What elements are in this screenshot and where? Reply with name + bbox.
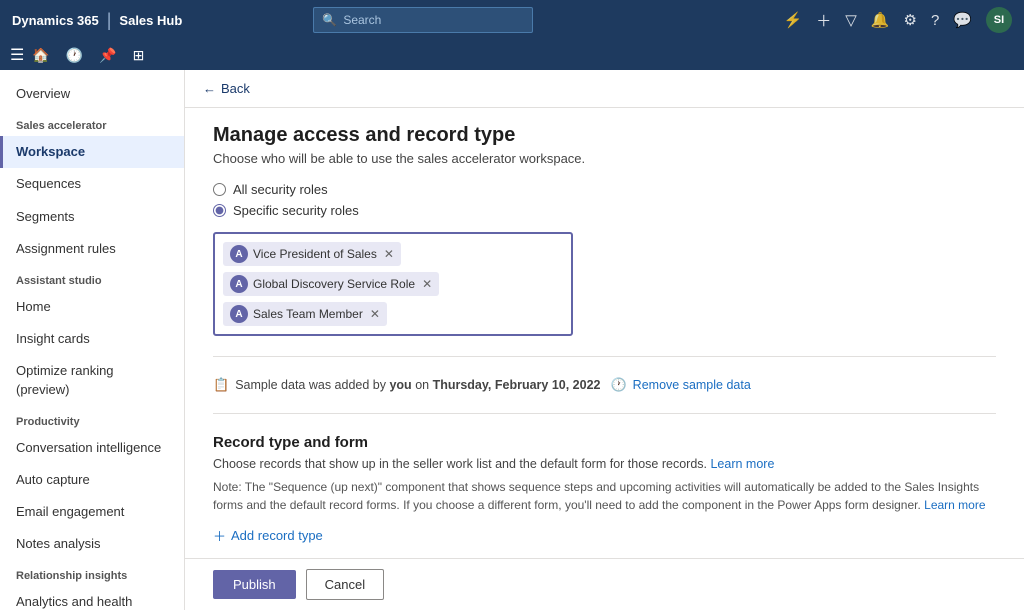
tag-vp-sales: A Vice President of Sales ✕ — [223, 242, 401, 266]
divider-1 — [213, 356, 996, 357]
sidebar-item-insight-cards[interactable]: Insight cards — [0, 323, 184, 355]
back-arrow-icon: ← — [203, 81, 216, 96]
chat-icon[interactable]: 💬 — [953, 11, 972, 29]
nav-icons-row: 🏠 🕐 📌 ⊞ — [32, 47, 144, 64]
back-label: Back — [221, 81, 250, 96]
sidebar-item-notes-analysis[interactable]: Notes analysis — [0, 528, 184, 560]
radio-specific-label: Specific security roles — [233, 203, 359, 218]
main-layout: Overview Sales accelerator Workspace Seq… — [0, 70, 1024, 610]
tags-input[interactable] — [393, 302, 563, 326]
back-bar: ← Back — [185, 70, 1024, 108]
clock-icon[interactable]: 🕐 — [66, 47, 83, 64]
record-type-section-title: Record type and form — [213, 434, 996, 451]
tag-vp-sales-label: Vice President of Sales — [253, 247, 377, 261]
add-icon: ＋ — [213, 526, 226, 545]
tag-sales-team-icon: A — [230, 305, 248, 323]
add-record-type-label: Add record type — [231, 528, 323, 543]
sidebar-item-sequences[interactable]: Sequences — [0, 168, 184, 200]
add-record-type-button[interactable]: ＋ Add record type — [213, 526, 323, 545]
sidebar-item-analytics-health[interactable]: Analytics and health — [0, 586, 184, 610]
security-roles-radio-group: All security roles Specific security rol… — [213, 182, 996, 218]
cancel-button[interactable]: Cancel — [306, 569, 384, 600]
sidebar-item-overview[interactable]: Overview — [0, 78, 184, 110]
security-roles-tags-container[interactable]: A Vice President of Sales ✕ A Global Dis… — [213, 232, 573, 336]
hamburger-icon[interactable]: ☰ — [10, 45, 24, 65]
tag-sales-team-close[interactable]: ✕ — [370, 308, 380, 320]
home-icon[interactable]: 🏠 — [32, 47, 49, 64]
record-type-note: Note: The "Sequence (up next)" component… — [213, 478, 996, 514]
bell-icon[interactable]: 🔔 — [871, 11, 890, 29]
search-bar[interactable]: 🔍 Search — [313, 7, 533, 33]
sidebar-section-assistant-studio: Assistant studio — [0, 265, 184, 291]
sample-data-section: 📋 Sample data was added by you on Thursd… — [213, 377, 996, 393]
avatar[interactable]: SI — [986, 7, 1012, 33]
content-area: ← Back Manage access and record type Cho… — [185, 70, 1024, 610]
tag-sales-team-label: Sales Team Member — [253, 307, 363, 321]
radio-specific-security-roles[interactable]: Specific security roles — [213, 203, 996, 218]
tag-vp-sales-icon: A — [230, 245, 248, 263]
content-inner: Manage access and record type Choose who… — [185, 108, 1024, 610]
secondary-nav: ☰ 🏠 🕐 📌 ⊞ — [0, 40, 1024, 70]
page-title: Manage access and record type — [213, 124, 996, 147]
sidebar: Overview Sales accelerator Workspace Seq… — [0, 70, 185, 610]
record-type-desc: Choose records that show up in the selle… — [213, 455, 996, 474]
brand-divider: | — [107, 10, 112, 31]
learn-more-2-link[interactable]: Learn more — [924, 498, 985, 512]
search-icon: 🔍 — [322, 13, 337, 27]
learn-more-1-link[interactable]: Learn more — [710, 457, 774, 471]
sidebar-section-sales-accelerator: Sales accelerator — [0, 110, 184, 136]
topbar-icons: ⚡ ＋ ▽ 🔔 ⚙ ? 💬 SI — [784, 7, 1012, 33]
topbar: Dynamics 365 | Sales Hub 🔍 Search ⚡ ＋ ▽ … — [0, 0, 1024, 40]
radio-all-input[interactable] — [213, 183, 226, 196]
sample-data-icon: 📋 — [213, 377, 229, 393]
lightning-icon[interactable]: ⚡ — [784, 11, 803, 29]
search-placeholder: Search — [343, 13, 381, 27]
tag-global-discovery-icon: A — [230, 275, 248, 293]
sidebar-item-assignment-rules[interactable]: Assignment rules — [0, 233, 184, 265]
filter-icon[interactable]: ▽ — [845, 11, 857, 29]
sidebar-item-email-engagement[interactable]: Email engagement — [0, 496, 184, 528]
pin-icon[interactable]: 📌 — [99, 47, 116, 64]
dynamics-label: Dynamics 365 — [12, 13, 99, 28]
tag-global-discovery: A Global Discovery Service Role ✕ — [223, 272, 439, 296]
back-button[interactable]: ← Back — [203, 81, 250, 96]
sidebar-item-conversation-intelligence[interactable]: Conversation intelligence — [0, 432, 184, 464]
page-subtitle: Choose who will be able to use the sales… — [213, 151, 996, 166]
radio-all-label: All security roles — [233, 182, 328, 197]
radio-specific-input[interactable] — [213, 204, 226, 217]
grid-icon[interactable]: ⊞ — [133, 47, 145, 64]
footer-bar: Publish Cancel — [185, 558, 1024, 610]
app-name-label: Sales Hub — [119, 13, 182, 28]
plus-icon[interactable]: ＋ — [816, 10, 831, 31]
sidebar-item-home[interactable]: Home — [0, 291, 184, 323]
help-icon[interactable]: ? — [931, 12, 939, 29]
remove-sample-data-link[interactable]: Remove sample data — [633, 378, 751, 392]
sidebar-item-segments[interactable]: Segments — [0, 201, 184, 233]
sidebar-item-auto-capture[interactable]: Auto capture — [0, 464, 184, 496]
divider-2 — [213, 413, 996, 414]
gear-icon[interactable]: ⚙ — [904, 11, 917, 29]
tag-global-discovery-close[interactable]: ✕ — [422, 278, 432, 290]
remove-sample-data-icon: 🕐 — [610, 377, 626, 393]
publish-button[interactable]: Publish — [213, 570, 296, 599]
sidebar-item-optimize-ranking[interactable]: Optimize ranking (preview) — [0, 355, 184, 405]
sidebar-section-productivity: Productivity — [0, 406, 184, 432]
tag-sales-team: A Sales Team Member ✕ — [223, 302, 387, 326]
radio-all-security-roles[interactable]: All security roles — [213, 182, 996, 197]
tag-global-discovery-label: Global Discovery Service Role — [253, 277, 415, 291]
sidebar-item-workspace[interactable]: Workspace — [0, 136, 184, 168]
tag-vp-sales-close[interactable]: ✕ — [384, 248, 394, 260]
brand-name: Dynamics 365 | Sales Hub — [12, 10, 182, 31]
sample-data-text: Sample data was added by you on Thursday… — [235, 378, 600, 392]
sidebar-section-relationship-insights: Relationship insights — [0, 560, 184, 586]
